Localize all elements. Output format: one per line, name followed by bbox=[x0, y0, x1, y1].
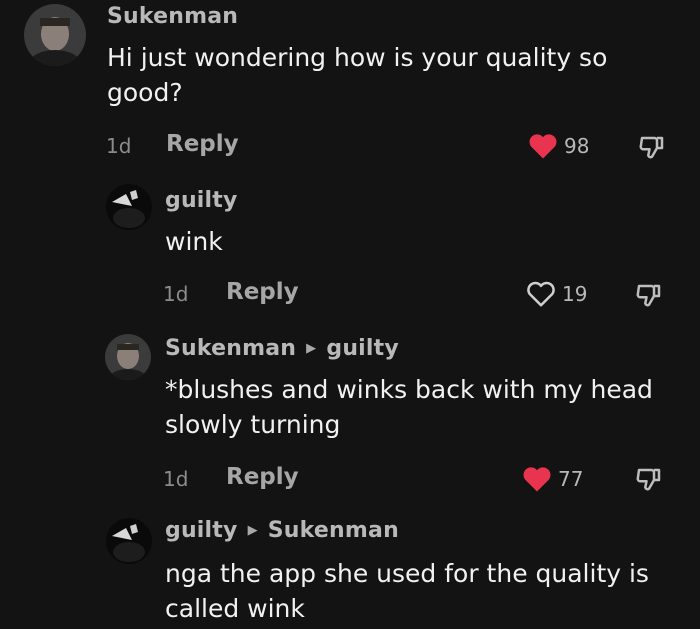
comment-text-line: Hi just wondering how is your quality so bbox=[107, 43, 608, 72]
author-name[interactable]: Sukenman bbox=[107, 4, 238, 29]
thumbs-down-icon bbox=[636, 468, 661, 491]
triangle-right-icon: ▶ bbox=[247, 523, 258, 538]
comment-author[interactable]: Sukenman ▶ guilty bbox=[165, 336, 399, 361]
like-count: 77 bbox=[558, 467, 584, 491]
user-avatar-photo-icon bbox=[106, 184, 152, 230]
user-avatar-photo-icon bbox=[106, 518, 152, 564]
thumbs-down-icon bbox=[639, 136, 664, 159]
comment-text: *blushes and winks back with my head slo… bbox=[165, 372, 653, 442]
dislike-button[interactable] bbox=[637, 133, 667, 167]
comment-time: 1d bbox=[163, 282, 189, 306]
reply-to-name[interactable]: Sukenman bbox=[268, 518, 399, 543]
comment-text: Hi just wondering how is your quality so… bbox=[107, 40, 607, 110]
like-count: 98 bbox=[564, 134, 590, 158]
triangle-right-icon: ▶ bbox=[306, 341, 317, 356]
comment-item: Sukenman ▶ guilty *blushes and winks back … bbox=[0, 326, 700, 506]
heart-icon bbox=[529, 134, 557, 159]
comment-item: guilty ▶ Sukenman nga the app she used for… bbox=[0, 510, 700, 629]
dislike-button[interactable] bbox=[634, 281, 664, 315]
like-button[interactable]: 98 bbox=[528, 132, 589, 160]
heart-icon bbox=[523, 467, 551, 492]
avatar[interactable] bbox=[105, 334, 151, 380]
avatar[interactable] bbox=[106, 518, 152, 564]
comment-time: 1d bbox=[163, 467, 189, 491]
author-name[interactable]: Sukenman bbox=[165, 336, 296, 361]
avatar[interactable] bbox=[106, 184, 152, 230]
like-button[interactable]: 19 bbox=[526, 280, 587, 308]
comment-text-line: wink bbox=[165, 227, 223, 256]
comment-text-line: nga the app she used for the quality is bbox=[165, 559, 649, 588]
comment-text-line: slowly turning bbox=[165, 410, 341, 439]
author-name[interactable]: guilty bbox=[165, 518, 238, 543]
comment-text: nga the app she used for the quality is … bbox=[165, 556, 649, 626]
avatar[interactable] bbox=[24, 4, 86, 66]
comment-author[interactable]: guilty ▶ Sukenman bbox=[165, 518, 399, 543]
comment-item: Sukenman Hi just wondering how is your q… bbox=[0, 0, 700, 190]
user-avatar-photo-icon bbox=[105, 334, 151, 380]
reply-button[interactable]: Reply bbox=[166, 131, 239, 157]
thumbs-down-icon bbox=[636, 284, 661, 307]
reply-button[interactable]: Reply bbox=[226, 464, 299, 490]
comment-time: 1d bbox=[106, 134, 132, 158]
comment-text: wink bbox=[165, 224, 223, 259]
reply-button[interactable]: Reply bbox=[226, 279, 299, 305]
dislike-button[interactable] bbox=[634, 465, 664, 499]
comment-author[interactable]: Sukenman bbox=[107, 4, 238, 29]
like-button[interactable]: 77 bbox=[522, 465, 583, 493]
comment-item: guilty wink 1d Reply 19 bbox=[0, 180, 700, 320]
reply-to-name[interactable]: guilty bbox=[326, 336, 399, 361]
comment-author[interactable]: guilty bbox=[165, 188, 238, 213]
comment-text-line: *blushes and winks back with my head bbox=[165, 375, 653, 404]
author-name[interactable]: guilty bbox=[165, 188, 238, 213]
comment-text-line: called wink bbox=[165, 594, 305, 623]
heart-icon bbox=[527, 281, 555, 307]
user-avatar-photo-icon bbox=[24, 4, 86, 66]
comment-text-line: good? bbox=[107, 78, 183, 107]
like-count: 19 bbox=[562, 282, 588, 306]
